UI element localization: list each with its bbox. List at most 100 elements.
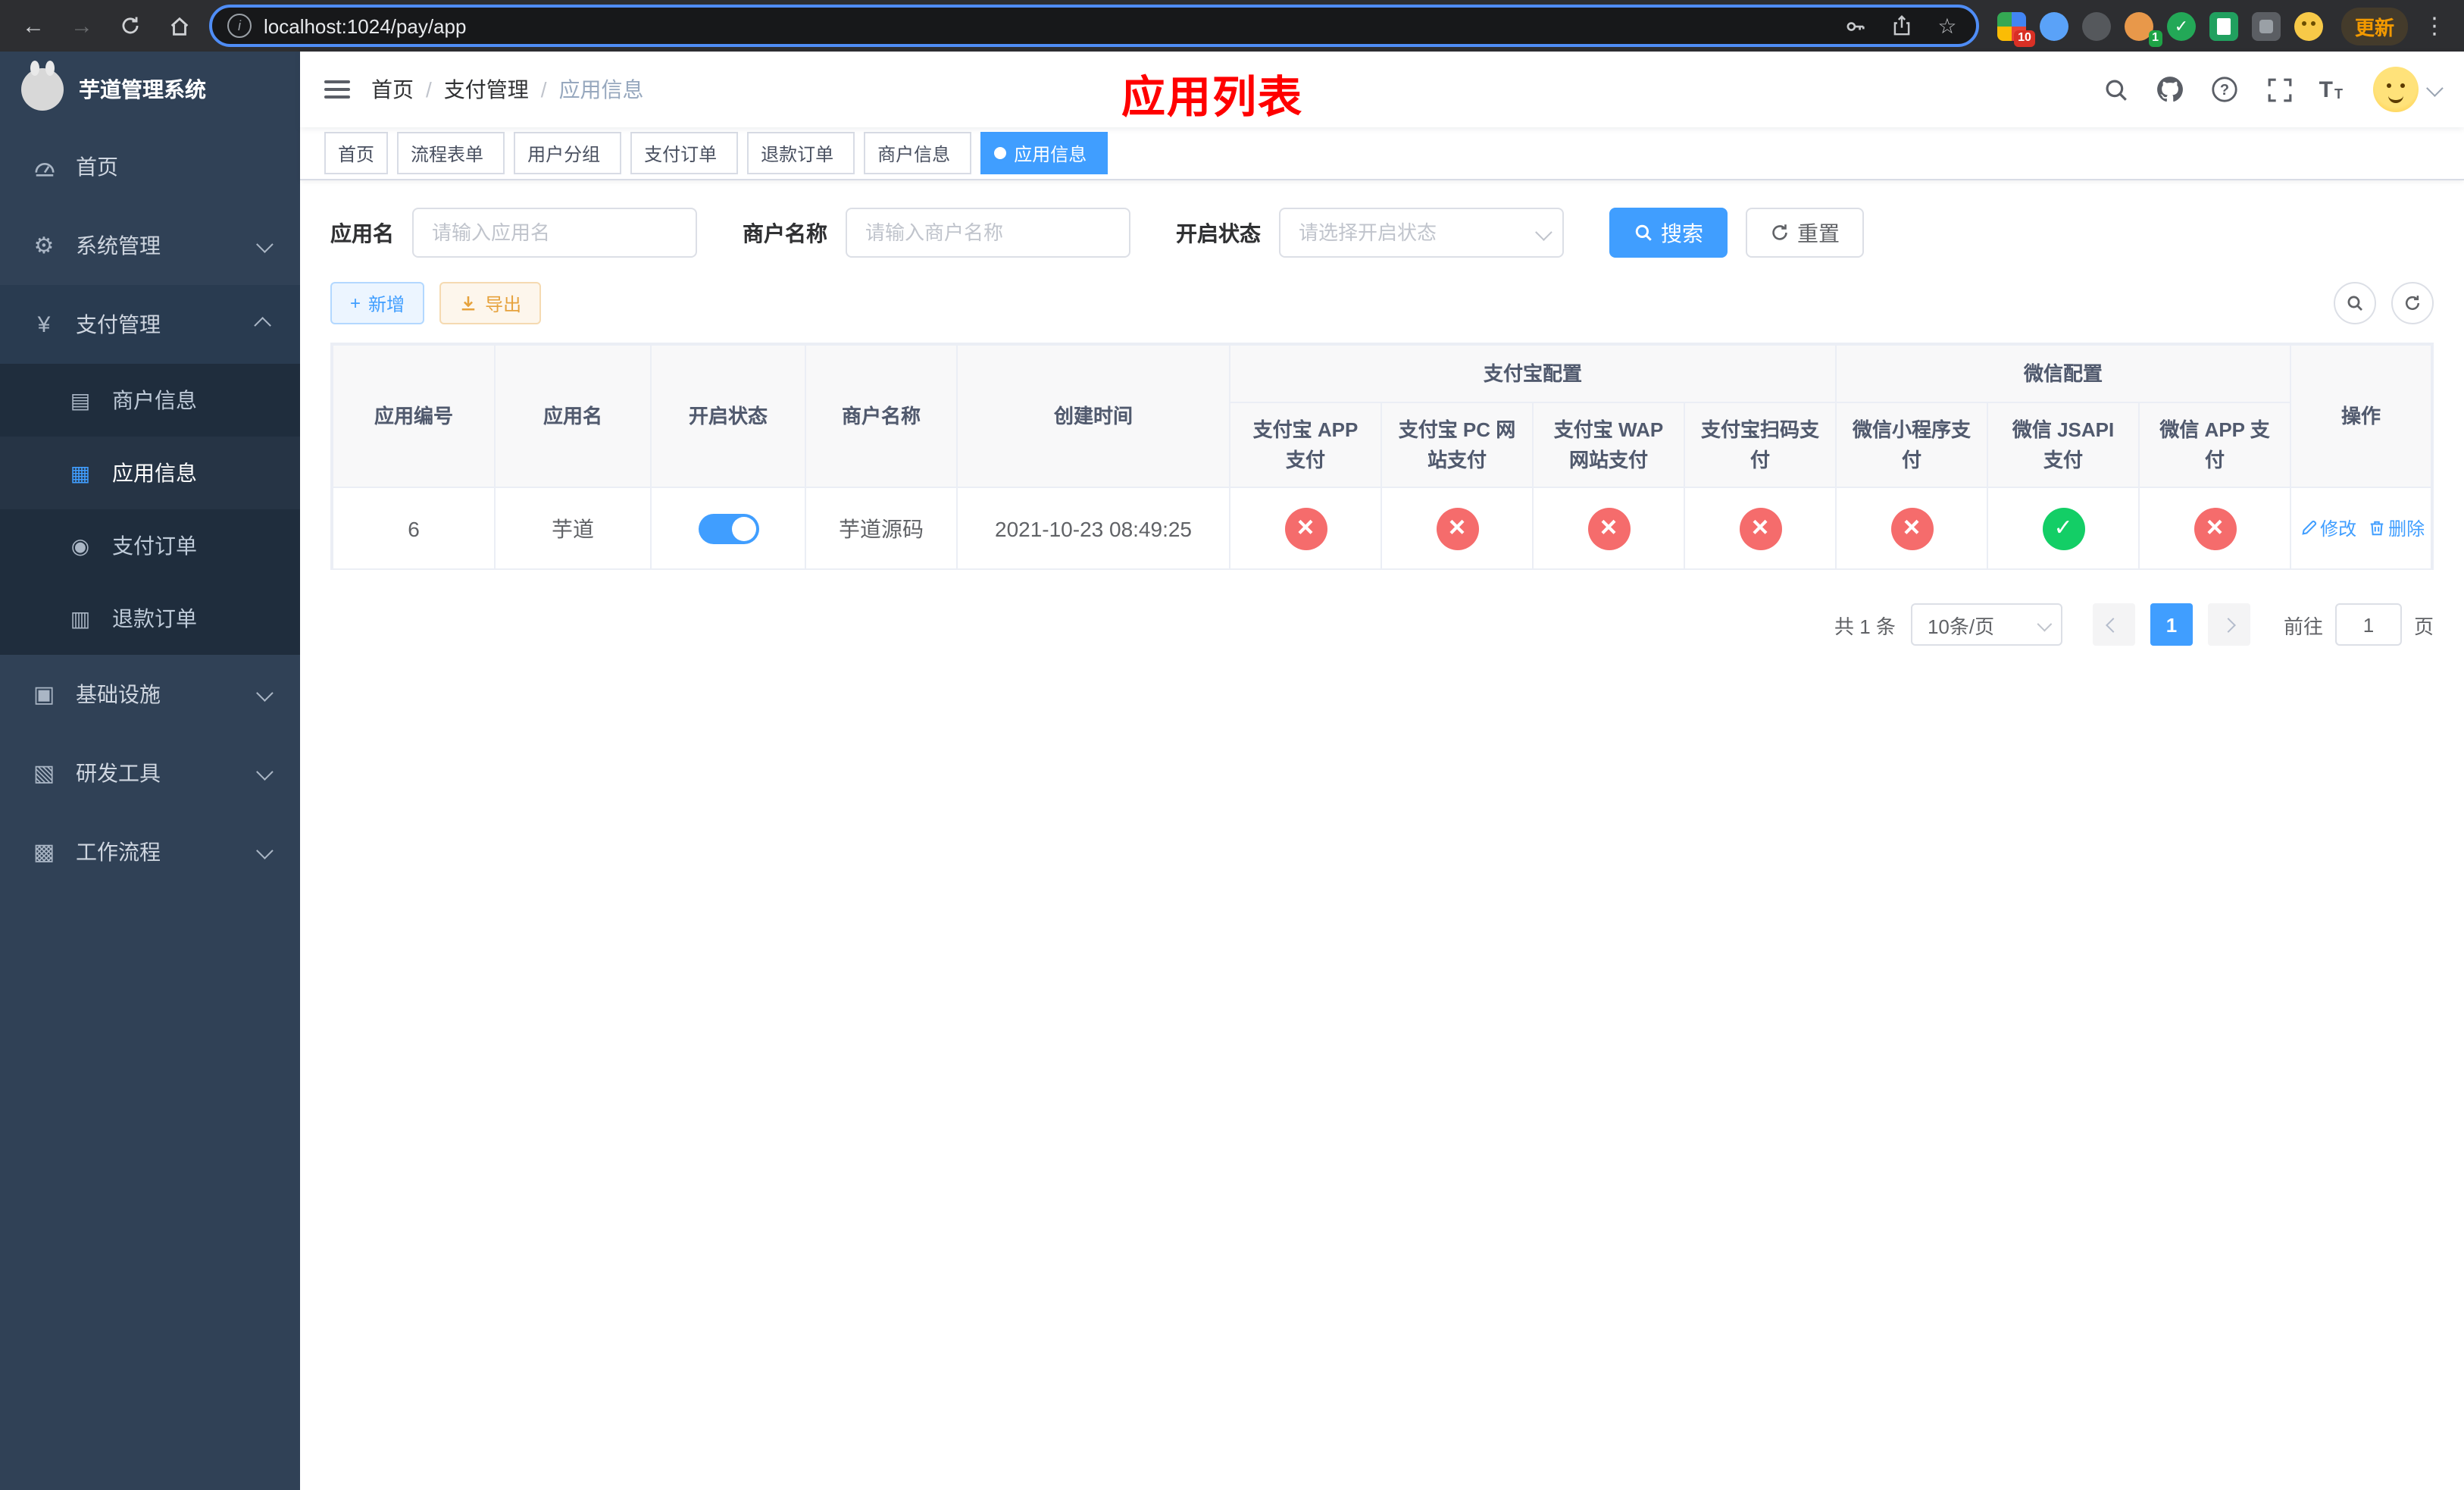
add-button[interactable]: + 新增 — [330, 282, 425, 324]
chevron-down-icon — [256, 684, 274, 702]
status-select[interactable] — [1279, 208, 1564, 258]
page-content: 应用名 商户名称 开启状态 — [300, 180, 2464, 1490]
sidebar-item-label: 商户信息 — [112, 388, 197, 412]
refresh-button[interactable] — [2391, 282, 2434, 324]
sidebar-item-label: 支付订单 — [112, 534, 197, 558]
pagination: 共 1 条 10条/页 1 前往 页 — [330, 603, 2434, 646]
reset-button[interactable]: 重置 — [1746, 208, 1864, 258]
tab-home[interactable]: 首页 — [324, 132, 389, 174]
infrastructure-icon: ▣ — [33, 682, 55, 708]
extensions-tray: 10 1 ✓ — [1991, 11, 2329, 46]
col-header-wx-jsapi: 微信 JSAPI 支付 — [1987, 402, 2140, 488]
grid-icon: ▦ — [70, 460, 91, 484]
sidebar-item-merchant-info[interactable]: ▤ 商户信息 — [0, 364, 300, 437]
cell-wx-app — [2138, 487, 2292, 570]
browser-update-button[interactable]: 更新 — [2340, 7, 2408, 45]
fullscreen-icon[interactable] — [2265, 74, 2295, 105]
sidebar-item-label: 系统管理 — [76, 233, 161, 258]
dashboard-icon — [30, 155, 58, 178]
browser-forward-icon[interactable]: → — [64, 8, 100, 44]
extension-icon[interactable] — [2081, 11, 2111, 40]
sidebar-toggle-icon[interactable] — [324, 76, 350, 103]
breadcrumb-item[interactable]: 支付管理 — [444, 74, 529, 105]
col-header-id: 应用编号 — [332, 344, 496, 488]
extension-icon[interactable] — [2209, 11, 2238, 40]
browser-menu-icon[interactable]: ⋮ — [2420, 12, 2449, 39]
cell-wx-jsapi — [1987, 487, 2140, 570]
tab-process-form[interactable]: 流程表单 — [397, 132, 505, 174]
sidebar-item-devtools[interactable]: ▧ 研发工具 — [0, 734, 300, 812]
tab-refund-orders[interactable]: 退款订单 — [747, 132, 855, 174]
browser-reload-icon[interactable] — [112, 8, 149, 44]
sidebar-item-pay-orders[interactable]: ◉ 支付订单 — [0, 509, 300, 582]
sidebar-item-system[interactable]: ⚙ 系统管理 — [0, 206, 300, 285]
plus-icon: + — [350, 293, 361, 314]
url-bar[interactable]: i localhost:1024/pay/app ☆ — [209, 5, 1979, 47]
next-page-button[interactable] — [2207, 603, 2250, 646]
chevron-down-icon — [256, 763, 274, 781]
extension-icon[interactable]: ✓ — [2166, 11, 2196, 40]
github-icon[interactable] — [2156, 74, 2186, 105]
merchant-name-input[interactable] — [846, 208, 1130, 258]
search-form: 应用名 商户名称 开启状态 — [330, 208, 2434, 258]
status-toggle[interactable] — [698, 513, 758, 543]
search-button[interactable]: 搜索 — [1609, 208, 1728, 258]
sidebar-item-home[interactable]: 首页 — [0, 127, 300, 206]
site-info-icon[interactable]: i — [227, 14, 252, 38]
chevron-left-icon — [2106, 617, 2122, 632]
tab-user-group[interactable]: 用户分组 — [514, 132, 622, 174]
top-navbar: 首页 / 支付管理 / 应用信息 应用列表 ? T T — [300, 52, 2464, 127]
browser-back-icon[interactable]: ← — [15, 8, 52, 44]
status-cross-icon — [1739, 507, 1781, 549]
status-cross-icon — [1587, 507, 1630, 549]
toggle-knob — [731, 516, 755, 540]
sidebar-logo[interactable]: 芋道管理系统 — [0, 52, 300, 127]
cell-wx-mini — [1835, 487, 1989, 570]
share-icon[interactable] — [1888, 12, 1915, 39]
cell-status — [650, 487, 806, 570]
extension-icon[interactable]: 10 — [1997, 11, 2035, 46]
bookmark-star-icon[interactable]: ☆ — [1934, 12, 1961, 39]
sidebar-item-refund-orders[interactable]: ▥ 退款订单 — [0, 582, 300, 655]
tab-app-info[interactable]: 应用信息 — [980, 132, 1108, 174]
search-icon[interactable] — [2101, 74, 2131, 105]
extension-badge: 10 — [2014, 30, 2035, 46]
password-key-icon[interactable] — [1843, 12, 1870, 39]
sidebar-item-app-info[interactable]: ▦ 应用信息 — [0, 437, 300, 509]
page-number-button[interactable]: 1 — [2150, 603, 2193, 646]
help-icon[interactable]: ? — [2210, 74, 2240, 105]
page-size-select[interactable]: 10条/页 — [1910, 603, 2062, 646]
breadcrumb-item[interactable]: 首页 — [371, 74, 414, 105]
sidebar-item-payment[interactable]: ¥ 支付管理 — [0, 285, 300, 364]
font-size-icon[interactable]: TT — [2319, 78, 2343, 101]
extension-icon[interactable]: 1 — [2124, 11, 2162, 46]
delete-button[interactable]: 删除 — [2369, 515, 2425, 541]
user-menu[interactable] — [2373, 67, 2444, 112]
gear-icon: ⚙ — [33, 233, 55, 259]
sidebar-item-workflow[interactable]: ▩ 工作流程 — [0, 812, 300, 891]
chevron-down-icon — [2426, 80, 2444, 97]
sidebar-item-infrastructure[interactable]: ▣ 基础设施 — [0, 655, 300, 734]
app-name-input[interactable] — [412, 208, 697, 258]
export-button[interactable]: 导出 — [439, 282, 542, 324]
col-header-wx-mini: 微信小程序支付 — [1835, 402, 1989, 488]
extension-icon[interactable] — [2251, 11, 2281, 40]
extension-icon[interactable] — [2294, 11, 2323, 40]
url-text[interactable]: localhost:1024/pay/app — [264, 14, 466, 37]
col-header-name: 应用名 — [494, 344, 652, 488]
toggle-search-button[interactable] — [2334, 282, 2376, 324]
logo-avatar — [21, 61, 64, 111]
goto-page-input[interactable] — [2334, 603, 2402, 646]
app-name-label: 应用名 — [330, 221, 394, 245]
extension-icon[interactable] — [2039, 11, 2068, 40]
cell-alipay-pc — [1381, 487, 1534, 570]
browser-home-icon[interactable] — [161, 8, 197, 44]
cell-actions: 修改 删除 — [2290, 487, 2432, 570]
prev-page-button[interactable] — [2092, 603, 2135, 646]
cell-alipay-qr — [1683, 487, 1837, 570]
tab-merchant-info[interactable]: 商户信息 — [864, 132, 972, 174]
tab-pay-orders[interactable]: 支付订单 — [630, 132, 739, 174]
cell-id: 6 — [332, 487, 496, 570]
col-header-alipay-qr: 支付宝扫码支付 — [1683, 402, 1837, 488]
edit-button[interactable]: 修改 — [2300, 515, 2356, 541]
